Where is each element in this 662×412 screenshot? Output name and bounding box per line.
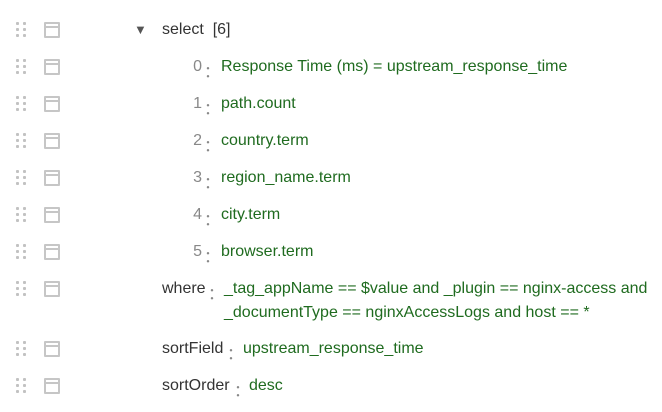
sortorder-key: sortOrder (162, 377, 230, 394)
item-value[interactable]: Response Time (ms) = upstream_response_t… (221, 55, 567, 79)
drag-handle-icon[interactable] (16, 22, 28, 38)
row-checkbox-icon[interactable] (44, 244, 60, 260)
key-separator: ： (208, 286, 225, 303)
sortfield-key: sortField (162, 340, 224, 357)
item-separator: ： (204, 212, 221, 229)
row-checkbox-icon[interactable] (44, 170, 60, 186)
drag-handle-icon[interactable] (16, 59, 28, 75)
select-key: select [6] (162, 21, 231, 38)
tree-row-where: where ： _tag_appName == $value and _plug… (0, 277, 662, 325)
key-separator: ： (234, 383, 251, 400)
item-index: 4 (193, 206, 202, 223)
tree-row-item: 5 ： browser.term (0, 240, 662, 266)
item-index: 2 (193, 132, 202, 149)
row-checkbox-icon[interactable] (44, 207, 60, 223)
item-separator: ： (204, 249, 221, 266)
tree-row-item: 4 ： city.term (0, 203, 662, 229)
select-count: [6] (212, 21, 231, 38)
item-value[interactable]: city.term (221, 203, 280, 227)
tree-row-sortfield: sortField ： upstream_response_time (0, 337, 662, 363)
row-checkbox-icon[interactable] (44, 59, 60, 75)
row-checkbox-icon[interactable] (44, 378, 60, 394)
item-separator: ： (204, 175, 221, 192)
where-value[interactable]: _tag_appName == $value and _plugin == ng… (224, 277, 662, 325)
tree-row-sortorder: sortOrder ： desc (0, 374, 662, 400)
row-checkbox-icon[interactable] (44, 96, 60, 112)
item-value[interactable]: browser.term (221, 240, 313, 264)
drag-handle-icon[interactable] (16, 281, 28, 297)
drag-handle-icon[interactable] (16, 170, 28, 186)
drag-handle-icon[interactable] (16, 133, 28, 149)
tree-row-item: 2 ： country.term (0, 129, 662, 155)
drag-handle-icon[interactable] (16, 244, 28, 260)
sortorder-value[interactable]: desc (249, 374, 283, 398)
row-checkbox-icon[interactable] (44, 341, 60, 357)
collapse-triangle-icon[interactable]: ▼ (134, 22, 147, 37)
tree-row-item: 1 ： path.count (0, 92, 662, 118)
drag-handle-icon[interactable] (16, 341, 28, 357)
item-separator: ： (204, 138, 221, 155)
item-value[interactable]: country.term (221, 129, 309, 153)
item-index: 0 (193, 58, 202, 75)
tree-row-select: ▼ select [6] (0, 18, 662, 42)
item-value[interactable]: path.count (221, 92, 296, 116)
drag-handle-icon[interactable] (16, 207, 28, 223)
drag-handle-icon[interactable] (16, 378, 28, 394)
row-checkbox-icon[interactable] (44, 22, 60, 38)
item-separator: ： (204, 64, 221, 81)
key-separator: ： (227, 346, 244, 363)
item-index: 1 (193, 95, 202, 112)
tree-row-item: 3 ： region_name.term (0, 166, 662, 192)
item-separator: ： (204, 101, 221, 118)
drag-handle-icon[interactable] (16, 96, 28, 112)
item-index: 5 (193, 243, 202, 260)
row-checkbox-icon[interactable] (44, 133, 60, 149)
where-key: where (162, 280, 206, 297)
item-index: 3 (193, 169, 202, 186)
item-value[interactable]: region_name.term (221, 166, 351, 190)
tree-row-item: 0 ： Response Time (ms) = upstream_respon… (0, 55, 662, 81)
row-checkbox-icon[interactable] (44, 281, 60, 297)
sortfield-value[interactable]: upstream_response_time (243, 337, 424, 361)
